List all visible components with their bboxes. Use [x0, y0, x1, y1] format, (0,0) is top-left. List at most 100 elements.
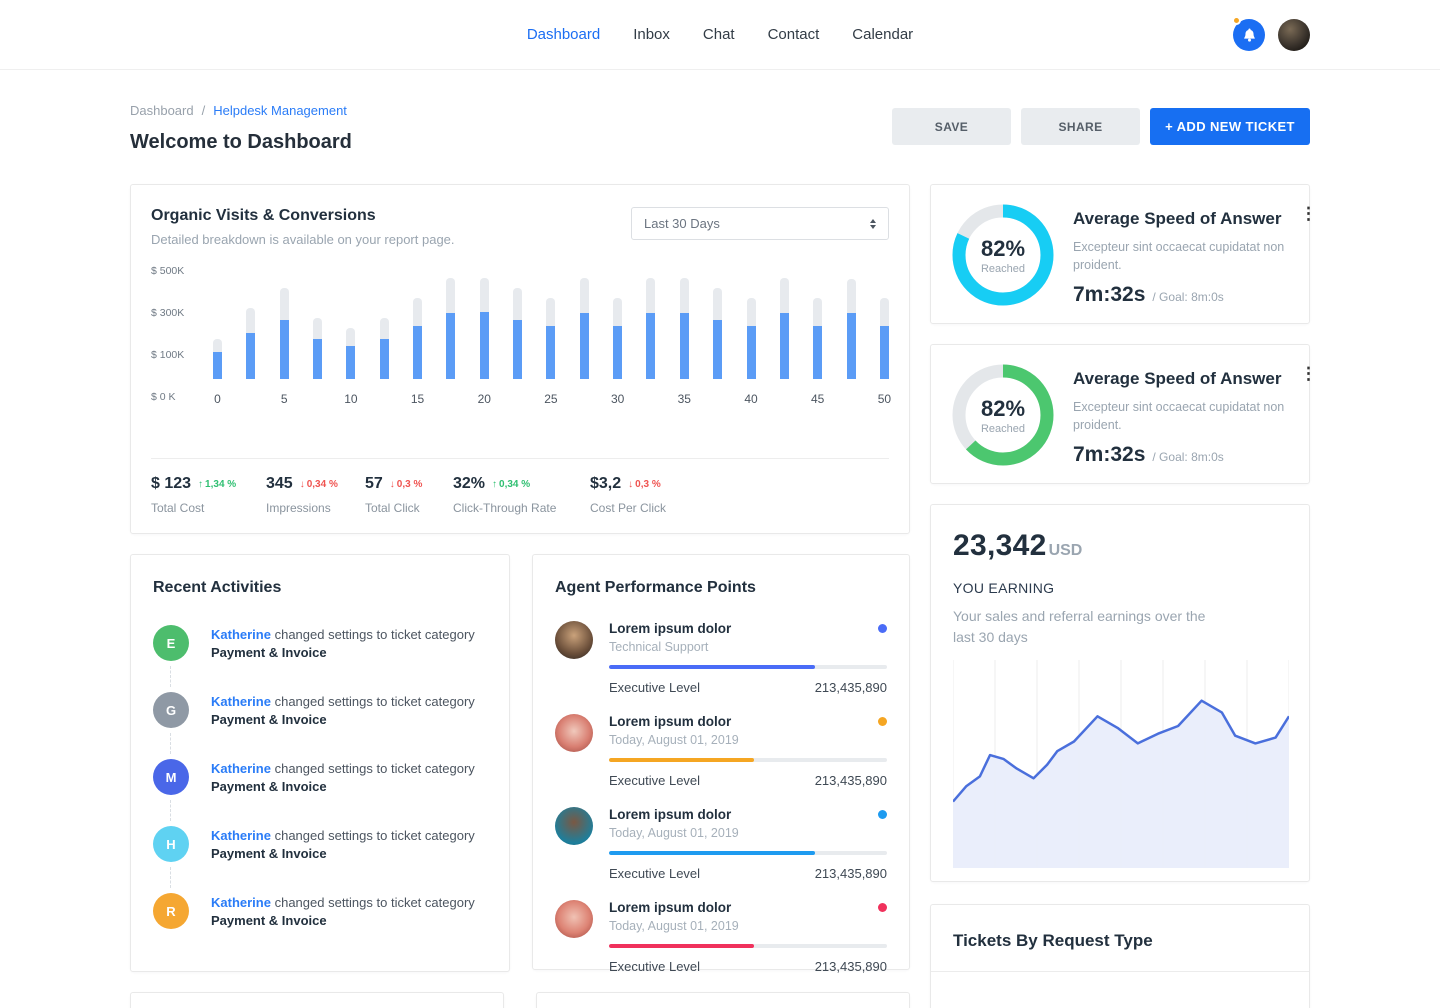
agent-performance-title: Agent Performance Points	[555, 579, 887, 597]
speed-card-description: Excepteur sint occaecat cupidatat non pr…	[1073, 398, 1315, 434]
agent-row[interactable]: Lorem ipsum dolor Today, August 01, 2019…	[555, 714, 887, 788]
donut-percent-caption: Reached	[981, 263, 1025, 275]
stat-delta: ↓ 0,3 %	[390, 479, 423, 490]
stat-item: $3,2 ↓ 0,3 % Cost Per Click	[590, 475, 666, 515]
trend-arrow-icon: ↓	[628, 479, 633, 490]
agent-points-value: 213,435,890	[815, 680, 887, 695]
bar	[346, 267, 355, 379]
breadcrumb-root[interactable]: Dashboard	[130, 103, 194, 118]
activity-avatar: H	[153, 826, 189, 862]
earnings-currency: USD	[1049, 542, 1083, 560]
bar	[780, 267, 789, 379]
notifications-button[interactable]	[1233, 19, 1265, 51]
period-select[interactable]: Last 30 Days	[631, 207, 889, 240]
bar	[246, 267, 255, 379]
trend-arrow-icon: ↑	[492, 479, 497, 490]
agent-subtitle: Technical Support	[609, 640, 887, 654]
nav-item-dashboard[interactable]: Dashboard	[527, 26, 600, 43]
trend-arrow-icon: ↓	[390, 479, 395, 490]
agent-level-label: Executive Level	[609, 680, 700, 695]
bar	[813, 267, 822, 379]
activity-action-text: changed settings to ticket category	[275, 828, 475, 843]
bar	[613, 267, 622, 379]
activity-user-link[interactable]: Katherine	[211, 761, 271, 776]
speed-goal-value: / Goal: 8m:0s	[1152, 450, 1223, 464]
header-actions: SAVE SHARE + ADD NEW TICKET	[892, 108, 1310, 145]
activity-item[interactable]: M Katherine changed settings to ticket c…	[153, 759, 487, 826]
notification-badge	[1232, 16, 1241, 25]
earnings-description: Your sales and referral earnings over th…	[953, 606, 1217, 648]
earnings-card: 23,342 USD YOU EARNING Your sales and re…	[930, 504, 1310, 882]
earnings-amount: 23,342	[953, 529, 1047, 563]
activity-user-link[interactable]: Katherine	[211, 895, 271, 910]
y-tick-label: $ 100K	[151, 349, 184, 361]
bar	[546, 267, 555, 379]
stat-delta: ↓ 0,3 %	[628, 479, 661, 490]
organic-visits-card: Organic Visits & Conversions Detailed br…	[130, 184, 910, 534]
activity-action-text: changed settings to ticket category	[275, 627, 475, 642]
activity-avatar: M	[153, 759, 189, 795]
activity-target: Payment & Invoice	[211, 779, 475, 794]
share-button[interactable]: SHARE	[1021, 108, 1140, 145]
agent-subtitle: Today, August 01, 2019	[609, 826, 887, 840]
y-tick-label: $ 0 K	[151, 391, 176, 403]
tickets-chart-area	[931, 972, 1309, 1008]
stat-label: Cost Per Click	[590, 501, 666, 515]
agent-level-label: Executive Level	[609, 866, 700, 881]
nav-item-contact[interactable]: Contact	[768, 26, 820, 43]
agent-progress-track	[609, 851, 887, 855]
donut-percent-caption: Reached	[981, 423, 1025, 435]
agent-subtitle: Today, August 01, 2019	[609, 733, 887, 747]
activity-list: E Katherine changed settings to ticket c…	[153, 625, 487, 929]
trend-arrow-icon: ↓	[300, 479, 305, 490]
bar	[680, 267, 689, 379]
stat-delta: ↓ 0,34 %	[300, 479, 338, 490]
main-nav: Dashboard Inbox Chat Contact Calendar	[527, 26, 913, 43]
bar	[513, 267, 522, 379]
kebab-menu-icon[interactable]: ⋮	[1300, 205, 1317, 222]
bar	[646, 267, 655, 379]
agent-row[interactable]: Lorem ipsum dolor Today, August 01, 2019…	[555, 900, 887, 974]
agent-name: Lorem ipsum dolor	[609, 807, 731, 822]
activity-target: Payment & Invoice	[211, 712, 475, 727]
stat-item: 32% ↑ 0,34 % Click-Through Rate	[453, 475, 590, 515]
agent-row[interactable]: Lorem ipsum dolor Today, August 01, 2019…	[555, 807, 887, 881]
recent-activities-card: Recent Activities E Katherine changed se…	[130, 554, 510, 972]
add-new-ticket-button[interactable]: + ADD NEW TICKET	[1150, 108, 1310, 145]
activity-user-link[interactable]: Katherine	[211, 828, 271, 843]
bell-icon	[1242, 27, 1257, 43]
speed-donut-chart: 82% Reached	[951, 203, 1055, 307]
stat-label: Total Click	[365, 501, 453, 515]
agent-points-value: 213,435,890	[815, 959, 887, 974]
activity-action-text: changed settings to ticket category	[275, 761, 475, 776]
agent-list: Lorem ipsum dolor Technical Support Exec…	[555, 621, 887, 974]
activity-item[interactable]: G Katherine changed settings to ticket c…	[153, 692, 487, 759]
nav-item-inbox[interactable]: Inbox	[633, 26, 670, 43]
stat-value: 345	[266, 475, 293, 493]
activity-avatar: R	[153, 893, 189, 929]
agent-row[interactable]: Lorem ipsum dolor Technical Support Exec…	[555, 621, 887, 695]
stat-label: Total Cost	[151, 501, 266, 515]
nav-item-calendar[interactable]: Calendar	[852, 26, 913, 43]
activity-item[interactable]: E Katherine changed settings to ticket c…	[153, 625, 487, 692]
bar	[213, 267, 222, 379]
bars-area	[213, 267, 889, 379]
bar	[280, 267, 289, 379]
nav-item-chat[interactable]: Chat	[703, 26, 735, 43]
agent-status-dot	[878, 810, 887, 819]
agent-subtitle: Today, August 01, 2019	[609, 919, 887, 933]
breadcrumb-current[interactable]: Helpdesk Management	[213, 103, 347, 118]
kebab-menu-icon[interactable]: ⋮	[1300, 365, 1317, 382]
activity-user-link[interactable]: Katherine	[211, 694, 271, 709]
activity-item[interactable]: H Katherine changed settings to ticket c…	[153, 826, 487, 893]
user-avatar[interactable]	[1278, 19, 1310, 51]
page-title: Welcome to Dashboard	[130, 131, 352, 154]
page-header: Dashboard / Helpdesk Management Welcome …	[130, 103, 1310, 154]
activity-item[interactable]: R Katherine changed settings to ticket c…	[153, 893, 487, 929]
activity-user-link[interactable]: Katherine	[211, 627, 271, 642]
agent-status-dot	[878, 903, 887, 912]
breadcrumb: Dashboard / Helpdesk Management	[130, 103, 352, 118]
save-button[interactable]: SAVE	[892, 108, 1011, 145]
bar	[580, 267, 589, 379]
stat-delta-percent: 0,3 %	[397, 479, 423, 490]
